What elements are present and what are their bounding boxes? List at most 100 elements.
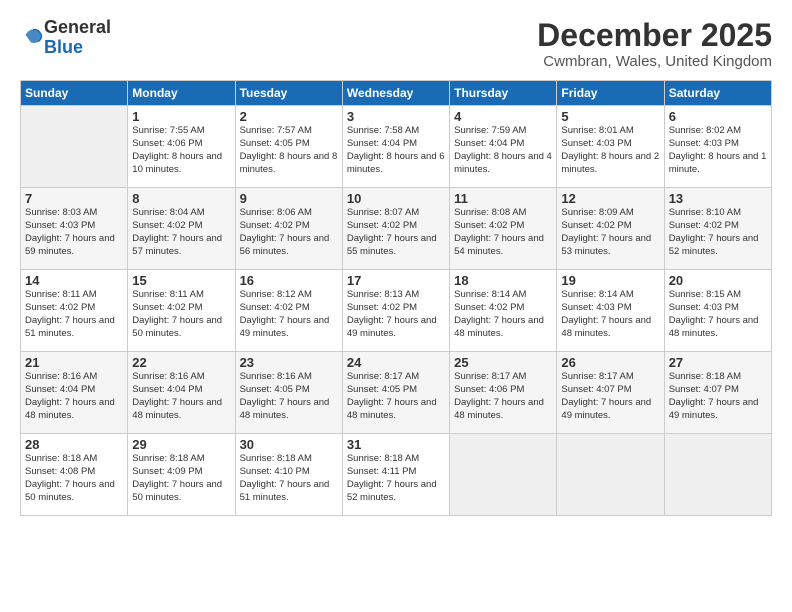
day-number: 3 [347, 109, 445, 124]
day-info: Sunrise: 8:18 AMSunset: 4:08 PMDaylight:… [25, 453, 123, 504]
day-number: 30 [240, 437, 338, 452]
day-cell: 31Sunrise: 8:18 AMSunset: 4:11 PMDayligh… [342, 434, 449, 516]
day-number: 7 [25, 191, 123, 206]
day-info: Sunrise: 7:55 AMSunset: 4:06 PMDaylight:… [132, 125, 230, 176]
col-sunday: Sunday [21, 81, 128, 106]
day-cell: 13Sunrise: 8:10 AMSunset: 4:02 PMDayligh… [664, 188, 771, 270]
day-info: Sunrise: 8:02 AMSunset: 4:03 PMDaylight:… [669, 125, 767, 176]
day-info: Sunrise: 8:14 AMSunset: 4:03 PMDaylight:… [561, 289, 659, 340]
day-cell: 27Sunrise: 8:18 AMSunset: 4:07 PMDayligh… [664, 352, 771, 434]
day-cell: 7Sunrise: 8:03 AMSunset: 4:03 PMDaylight… [21, 188, 128, 270]
day-cell: 18Sunrise: 8:14 AMSunset: 4:02 PMDayligh… [450, 270, 557, 352]
day-cell [21, 106, 128, 188]
week-row-3: 21 Sunrise: 8:16 AMSunset: 4:04 PMDayligh… [21, 352, 772, 434]
day-number: 24 [347, 355, 445, 370]
header: General Blue December 2025 Cwmbran, Wale… [20, 18, 772, 70]
day-info: Sunrise: 8:14 AMSunset: 4:02 PMDaylight:… [454, 289, 552, 340]
day-info: Sunrise: 8:13 AMSunset: 4:02 PMDaylight:… [347, 289, 445, 340]
day-cell: 4Sunrise: 7:59 AMSunset: 4:04 PMDaylight… [450, 106, 557, 188]
day-info: Sunrise: 8:04 AMSunset: 4:02 PMDaylight:… [132, 207, 230, 258]
day-cell: 19Sunrise: 8:14 AMSunset: 4:03 PMDayligh… [557, 270, 664, 352]
day-number: 12 [561, 191, 659, 206]
day-info: Sunrise: 8:09 AMSunset: 4:02 PMDaylight:… [561, 207, 659, 258]
day-number: 26 [561, 355, 659, 370]
day-number: 8 [132, 191, 230, 206]
day-info: Sunrise: 8:06 AMSunset: 4:02 PMDaylight:… [240, 207, 338, 258]
day-info: Sunrise: 8:15 AMSunset: 4:03 PMDaylight:… [669, 289, 767, 340]
page: General Blue December 2025 Cwmbran, Wale… [0, 0, 792, 612]
day-number: 15 [132, 273, 230, 288]
day-number: 29 [132, 437, 230, 452]
col-thursday: Thursday [450, 81, 557, 106]
day-number: 19 [561, 273, 659, 288]
logo-blue-text: Blue [44, 37, 83, 57]
col-saturday: Saturday [664, 81, 771, 106]
day-info: Sunrise: 8:08 AMSunset: 4:02 PMDaylight:… [454, 207, 552, 258]
day-number: 25 [454, 355, 552, 370]
day-number: 14 [25, 273, 123, 288]
day-number: 11 [454, 191, 552, 206]
day-info: Sunrise: 8:18 AMSunset: 4:10 PMDaylight:… [240, 453, 338, 504]
day-info: Sunrise: 8:10 AMSunset: 4:02 PMDaylight:… [669, 207, 767, 258]
day-cell: 9Sunrise: 8:06 AMSunset: 4:02 PMDaylight… [235, 188, 342, 270]
day-cell: 17Sunrise: 8:13 AMSunset: 4:02 PMDayligh… [342, 270, 449, 352]
week-row-1: 7Sunrise: 8:03 AMSunset: 4:03 PMDaylight… [21, 188, 772, 270]
calendar-subtitle: Cwmbran, Wales, United Kingdom [537, 53, 772, 70]
day-number: 17 [347, 273, 445, 288]
day-cell: 8Sunrise: 8:04 AMSunset: 4:02 PMDaylight… [128, 188, 235, 270]
day-number: 4 [454, 109, 552, 124]
day-info: Sunrise: 8:01 AMSunset: 4:03 PMDaylight:… [561, 125, 659, 176]
day-cell: 20Sunrise: 8:15 AMSunset: 4:03 PMDayligh… [664, 270, 771, 352]
day-number: 1 [132, 109, 230, 124]
day-number: 13 [669, 191, 767, 206]
day-info: Sunrise: 8:11 AMSunset: 4:02 PMDaylight:… [132, 289, 230, 340]
calendar-title: December 2025 [537, 18, 772, 53]
day-info: Sunrise: 8:12 AMSunset: 4:02 PMDaylight:… [240, 289, 338, 340]
day-cell: 12Sunrise: 8:09 AMSunset: 4:02 PMDayligh… [557, 188, 664, 270]
logo: General Blue [20, 18, 111, 58]
day-number: 5 [561, 109, 659, 124]
day-cell: 25Sunrise: 8:17 AMSunset: 4:06 PMDayligh… [450, 352, 557, 434]
day-cell: 26Sunrise: 8:17 AMSunset: 4:07 PMDayligh… [557, 352, 664, 434]
day-cell: 15Sunrise: 8:11 AMSunset: 4:02 PMDayligh… [128, 270, 235, 352]
calendar-table: Sunday Monday Tuesday Wednesday Thursday… [20, 80, 772, 516]
day-number: 31 [347, 437, 445, 452]
day-info: Sunrise: 8:07 AMSunset: 4:02 PMDaylight:… [347, 207, 445, 258]
day-info: Sunrise: 7:57 AMSunset: 4:05 PMDaylight:… [240, 125, 338, 176]
col-monday: Monday [128, 81, 235, 106]
day-info: Sunrise: 7:58 AMSunset: 4:04 PMDaylight:… [347, 125, 445, 176]
day-cell: 24Sunrise: 8:17 AMSunset: 4:05 PMDayligh… [342, 352, 449, 434]
week-row-4: 28Sunrise: 8:18 AMSunset: 4:08 PMDayligh… [21, 434, 772, 516]
day-info: Sunrise: 8:17 AMSunset: 4:05 PMDaylight:… [347, 371, 445, 422]
title-block: December 2025 Cwmbran, Wales, United Kin… [537, 18, 772, 70]
day-info: Sunrise: 8:16 AMSunset: 4:04 PMDaylight:… [132, 371, 230, 422]
day-info: Sunrise: 8:03 AMSunset: 4:03 PMDaylight:… [25, 207, 123, 258]
day-info: Sunrise: 8:11 AMSunset: 4:02 PMDaylight:… [25, 289, 123, 340]
day-number: 27 [669, 355, 767, 370]
day-number: 28 [25, 437, 123, 452]
day-cell: 21Sunrise: 8:16 AMSunset: 4:04 PMDayligh… [21, 352, 128, 434]
day-cell: 5Sunrise: 8:01 AMSunset: 4:03 PMDaylight… [557, 106, 664, 188]
col-friday: Friday [557, 81, 664, 106]
day-cell [557, 434, 664, 516]
day-info: Sunrise: 8:17 AMSunset: 4:07 PMDaylight:… [561, 371, 659, 422]
day-number: 10 [347, 191, 445, 206]
day-cell [450, 434, 557, 516]
day-cell: 2Sunrise: 7:57 AMSunset: 4:05 PMDaylight… [235, 106, 342, 188]
day-info: Sunrise: 8:17 AMSunset: 4:06 PMDaylight:… [454, 371, 552, 422]
day-number: 2 [240, 109, 338, 124]
col-tuesday: Tuesday [235, 81, 342, 106]
day-cell: 22Sunrise: 8:16 AMSunset: 4:04 PMDayligh… [128, 352, 235, 434]
day-number: 21 [25, 355, 123, 370]
week-row-2: 14Sunrise: 8:11 AMSunset: 4:02 PMDayligh… [21, 270, 772, 352]
day-cell [664, 434, 771, 516]
day-cell: 23Sunrise: 8:16 AMSunset: 4:05 PMDayligh… [235, 352, 342, 434]
header-row: Sunday Monday Tuesday Wednesday Thursday… [21, 81, 772, 106]
day-number: 20 [669, 273, 767, 288]
day-info: Sunrise: 8:18 AMSunset: 4:11 PMDaylight:… [347, 453, 445, 504]
day-cell: 3Sunrise: 7:58 AMSunset: 4:04 PMDaylight… [342, 106, 449, 188]
day-number: 18 [454, 273, 552, 288]
day-cell: 28Sunrise: 8:18 AMSunset: 4:08 PMDayligh… [21, 434, 128, 516]
day-cell: 6Sunrise: 8:02 AMSunset: 4:03 PMDaylight… [664, 106, 771, 188]
day-number: 23 [240, 355, 338, 370]
